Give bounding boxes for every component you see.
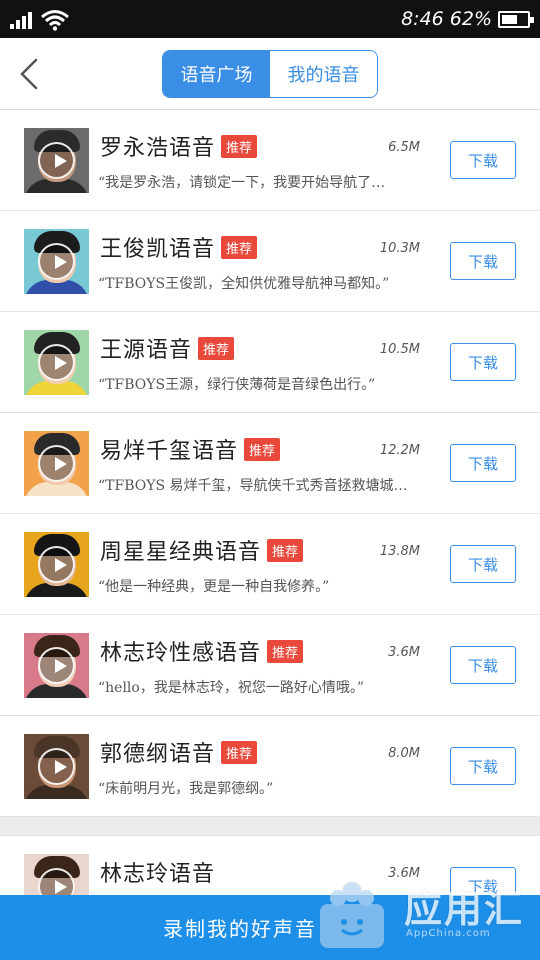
download-button[interactable]: 下载 bbox=[450, 545, 516, 583]
recommend-badge: 推荐 bbox=[267, 639, 304, 663]
voice-name: 罗永浩语音 bbox=[100, 136, 216, 161]
file-size: 6.5M bbox=[388, 140, 420, 155]
header: 语音广场 我的语音 bbox=[0, 38, 540, 110]
tab-my-voice[interactable]: 我的语音 bbox=[270, 51, 377, 97]
list-item[interactable]: 王俊凯语音 推荐 10.3M “TFBOYS王俊凯，全知供优雅导航神马都知。” … bbox=[0, 211, 540, 312]
voice-name: 王俊凯语音 bbox=[100, 237, 216, 262]
recommend-badge: 推荐 bbox=[267, 538, 304, 562]
play-icon[interactable] bbox=[38, 445, 75, 482]
avatar bbox=[24, 734, 89, 799]
voice-description: “TFBOYS王俊凯，全知供优雅导航神马都知。” bbox=[98, 276, 390, 292]
voice-description: “床前明月光，我是郭德纲。” bbox=[98, 781, 274, 797]
voice-description: “他是一种经典，更是一种自我修养。” bbox=[98, 579, 330, 595]
back-icon[interactable] bbox=[10, 54, 50, 94]
file-size: 10.3M bbox=[379, 241, 420, 256]
recommend-badge: 推荐 bbox=[221, 235, 258, 259]
item-title: 林志玲性感语音 推荐 bbox=[100, 635, 304, 667]
voice-name: 易烊千玺语音 bbox=[100, 439, 239, 464]
play-triangle bbox=[55, 255, 67, 269]
play-triangle bbox=[55, 558, 67, 572]
record-label: 录制我的好声音 bbox=[163, 917, 317, 941]
voice-description: “TFBOYS 易烊千玺，导航侠千式秀音拯救塘城… bbox=[98, 478, 408, 494]
item-title: 罗永浩语音 推荐 bbox=[100, 130, 258, 162]
list-item[interactable]: 易烊千玺语音 推荐 12.2M “TFBOYS 易烊千玺，导航侠千式秀音拯救塘城… bbox=[0, 413, 540, 514]
item-title: 易烊千玺语音 推荐 bbox=[100, 433, 281, 465]
voice-name: 林志玲语音 bbox=[100, 862, 216, 887]
item-title: 周星星经典语音 推荐 bbox=[100, 534, 304, 566]
download-button[interactable]: 下载 bbox=[450, 141, 516, 179]
wifi-icon bbox=[41, 10, 69, 31]
list-item[interactable]: 郭德纲语音 推荐 8.0M “床前明月光，我是郭德纲。” 下载 bbox=[0, 716, 540, 817]
avatar bbox=[24, 431, 89, 496]
avatar bbox=[24, 128, 89, 193]
file-size: 10.5M bbox=[379, 342, 420, 357]
voice-description: “我是罗永浩，请锁定一下，我要开始导航了… bbox=[98, 175, 386, 191]
item-title: 王源语音 推荐 bbox=[100, 332, 235, 364]
list-item[interactable]: 罗永浩语音 推荐 6.5M “我是罗永浩，请锁定一下，我要开始导航了… 下载 bbox=[0, 110, 540, 211]
recommend-badge: 推荐 bbox=[221, 134, 258, 158]
voice-name: 王源语音 bbox=[100, 338, 193, 363]
avatar bbox=[24, 532, 89, 597]
file-size: 8.0M bbox=[388, 746, 420, 761]
voice-description: “hello，我是林志玲，祝您一路好心情哦。” bbox=[98, 680, 364, 696]
play-triangle bbox=[55, 880, 67, 894]
watermark-url: AppChina.com bbox=[406, 928, 491, 939]
status-bar: 8:46 62% bbox=[0, 0, 540, 38]
tab-voice-plaza[interactable]: 语音广场 bbox=[163, 51, 270, 97]
recommend-badge: 推荐 bbox=[244, 437, 281, 461]
play-triangle bbox=[55, 457, 67, 471]
watermark-text: 应用汇 bbox=[404, 887, 525, 931]
download-button[interactable]: 下载 bbox=[450, 343, 516, 381]
avatar bbox=[24, 330, 89, 395]
download-button[interactable]: 下载 bbox=[450, 747, 516, 785]
play-icon[interactable] bbox=[38, 748, 75, 785]
play-triangle bbox=[55, 356, 67, 370]
play-icon[interactable] bbox=[38, 546, 75, 583]
battery-icon bbox=[498, 10, 534, 28]
play-triangle bbox=[55, 659, 67, 673]
battery-fill bbox=[502, 14, 517, 24]
tab-switcher: 语音广场 我的语音 bbox=[162, 50, 378, 98]
voice-name: 周星星经典语音 bbox=[100, 540, 262, 565]
avatar bbox=[24, 229, 89, 294]
avatar bbox=[24, 633, 89, 698]
clock: 8:46 bbox=[401, 8, 444, 30]
download-button[interactable]: 下载 bbox=[450, 444, 516, 482]
item-title: 郭德纲语音 推荐 bbox=[100, 736, 258, 768]
section-divider bbox=[0, 817, 540, 836]
voice-description: “TFBOYS王源，绿行侠薄荷是音绿色出行。” bbox=[98, 377, 376, 393]
recommend-badge: 推荐 bbox=[198, 336, 235, 360]
play-triangle bbox=[55, 760, 67, 774]
play-icon[interactable] bbox=[38, 344, 75, 381]
item-title: 林志玲语音 bbox=[100, 856, 215, 888]
item-title: 王俊凯语音 推荐 bbox=[100, 231, 258, 263]
download-button[interactable]: 下载 bbox=[450, 646, 516, 684]
status-right: 8:46 62% bbox=[401, 6, 534, 32]
download-button[interactable]: 下载 bbox=[450, 242, 516, 280]
file-size: 3.6M bbox=[388, 645, 420, 660]
watermark-logo-icon bbox=[320, 882, 384, 948]
voice-name: 郭德纲语音 bbox=[100, 742, 216, 767]
play-icon[interactable] bbox=[38, 647, 75, 684]
voice-name: 林志玲性感语音 bbox=[100, 641, 262, 666]
battery-percent: 62% bbox=[449, 8, 492, 30]
play-icon[interactable] bbox=[38, 142, 75, 179]
list-item[interactable]: 林志玲性感语音 推荐 3.6M “hello，我是林志玲，祝您一路好心情哦。” … bbox=[0, 615, 540, 716]
recommend-badge: 推荐 bbox=[221, 740, 258, 764]
file-size: 13.8M bbox=[379, 544, 420, 559]
voice-list: 罗永浩语音 推荐 6.5M “我是罗永浩，请锁定一下，我要开始导航了… 下载 王… bbox=[0, 110, 540, 937]
signal-icon bbox=[10, 11, 36, 29]
file-size: 12.2M bbox=[379, 443, 420, 458]
list-item[interactable]: 王源语音 推荐 10.5M “TFBOYS王源，绿行侠薄荷是音绿色出行。” 下载 bbox=[0, 312, 540, 413]
watermark: 应用汇 AppChina.com bbox=[312, 866, 540, 956]
list-item[interactable]: 周星星经典语音 推荐 13.8M “他是一种经典，更是一种自我修养。” 下载 bbox=[0, 514, 540, 615]
battery-cap bbox=[530, 16, 534, 23]
play-icon[interactable] bbox=[38, 243, 75, 280]
play-triangle bbox=[55, 154, 67, 168]
